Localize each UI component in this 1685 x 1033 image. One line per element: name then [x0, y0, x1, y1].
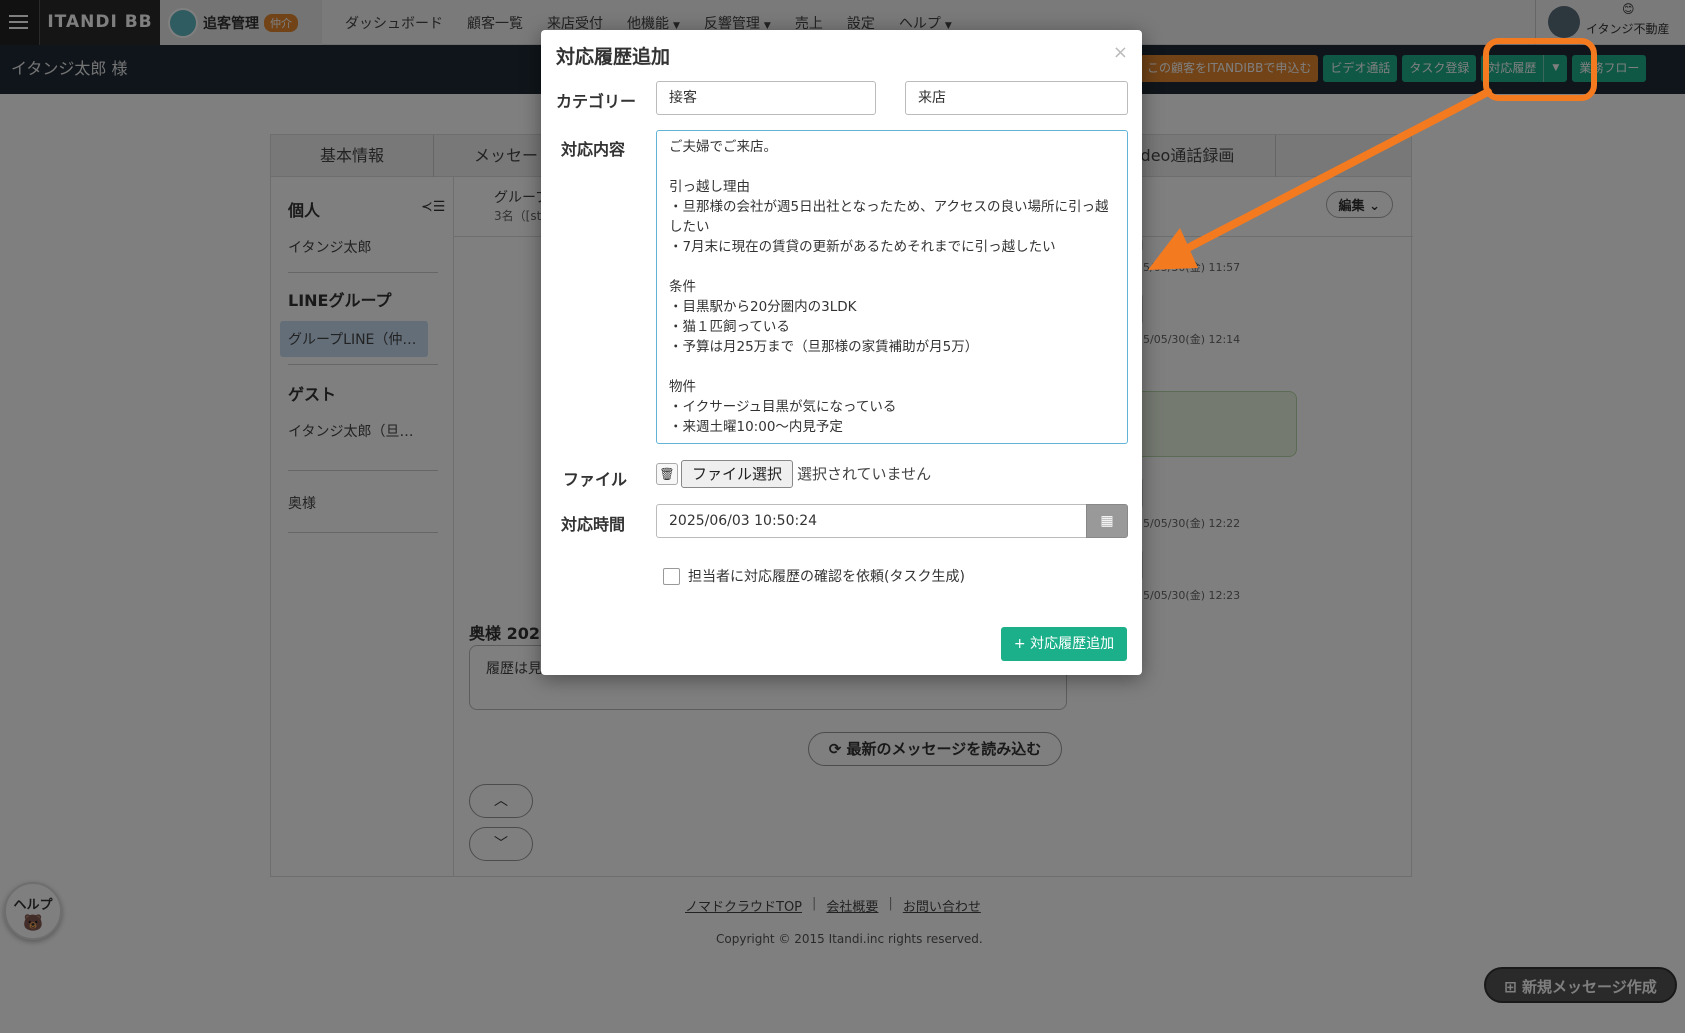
category-select-1[interactable]: 接客 [656, 81, 876, 115]
task-request-label[interactable]: 担当者に対応履歴の確認を依頼(タスク生成) [688, 566, 965, 586]
add-history-modal: 対応履歴追加 × カテゴリー 接客 来店 対応内容 ご夫婦でご来店。 引っ越し理… [541, 30, 1142, 675]
time-input[interactable]: 2025/06/03 10:50:24 [656, 504, 1087, 538]
task-request-row: 担当者に対応履歴の確認を依頼(タスク生成) [663, 566, 965, 586]
trash-icon[interactable]: 🗑 [656, 463, 678, 485]
close-icon[interactable]: × [1113, 42, 1128, 63]
file-select-button[interactable]: ファイル選択 [681, 460, 793, 488]
add-history-submit-button[interactable]: + 対応履歴追加 [1001, 627, 1127, 661]
time-label: 対応時間 [561, 515, 626, 534]
file-label: ファイル [563, 470, 628, 489]
category-select-2[interactable]: 来店 [905, 81, 1128, 115]
category-label: カテゴリー [556, 92, 637, 111]
content-label: 対応内容 [561, 140, 626, 159]
calendar-icon[interactable]: ▦ [1086, 504, 1128, 538]
content-textarea[interactable]: ご夫婦でご来店。 引っ越し理由 ・旦那様の会社が週5日出社となったため、アクセス… [656, 130, 1128, 444]
annotation-highlight-box [1483, 38, 1597, 101]
task-request-checkbox[interactable] [663, 567, 680, 585]
file-status: 選択されていません [797, 465, 932, 483]
modal-title: 対応履歴追加 [556, 46, 671, 68]
